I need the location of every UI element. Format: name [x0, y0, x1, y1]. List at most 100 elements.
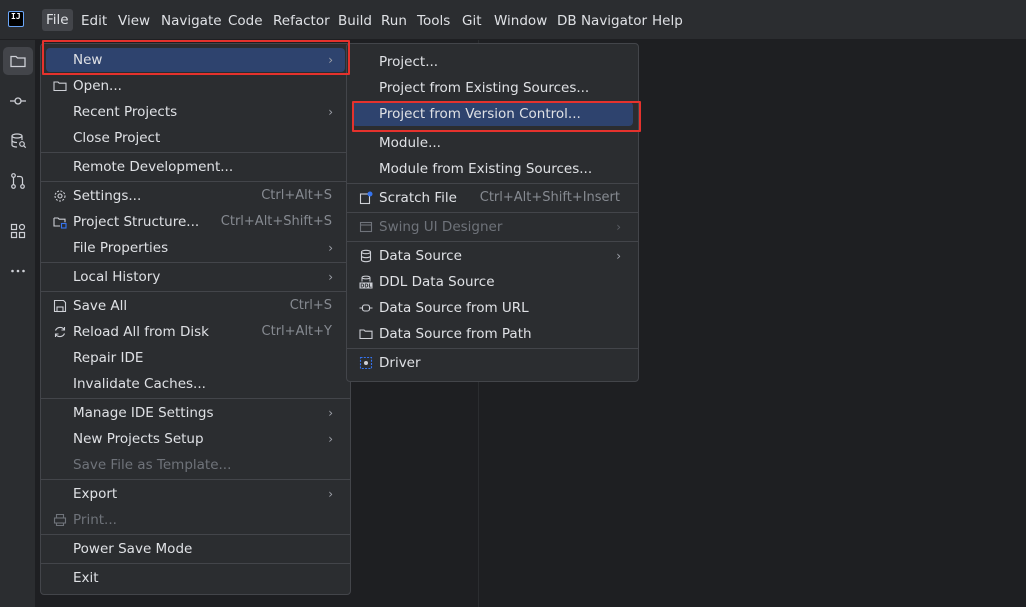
- new-menu-item-ddl-data-source[interactable]: DDL DDL Data Source: [352, 270, 633, 294]
- menu-help[interactable]: Help: [652, 11, 683, 31]
- file-menu-item-local-history[interactable]: Local History ›: [46, 265, 345, 289]
- new-menu-item-module-existing-sources[interactable]: Module from Existing Sources...: [352, 157, 633, 181]
- print-icon: [53, 513, 67, 527]
- gear-icon: [53, 189, 67, 203]
- chevron-right-icon: ›: [328, 241, 333, 255]
- menu-item-label: Power Save Mode: [73, 541, 193, 557]
- new-menu-item-scratch-file[interactable]: Scratch File Ctrl+Alt+Shift+Insert: [352, 186, 633, 210]
- new-menu-item-data-source[interactable]: Data Source ›: [352, 244, 633, 268]
- tool-window-stripe: [0, 40, 36, 607]
- menu-separator: [347, 241, 638, 242]
- menu-separator: [41, 181, 350, 182]
- ddl-icon: DDL: [359, 275, 373, 289]
- structure-tool-button[interactable]: [3, 217, 33, 245]
- chevron-right-icon: ›: [328, 270, 333, 284]
- menu-file[interactable]: File: [42, 9, 73, 31]
- menu-view[interactable]: View: [118, 11, 150, 31]
- chevron-right-icon: ›: [328, 105, 333, 119]
- file-menu-item-recent-projects[interactable]: Recent Projects ›: [46, 100, 345, 124]
- pull-requests-icon: [11, 173, 25, 189]
- menu-separator: [347, 348, 638, 349]
- url-plug-icon: [359, 301, 373, 315]
- menu-item-label: New Projects Setup: [73, 431, 204, 447]
- menu-build[interactable]: Build: [338, 11, 372, 31]
- menu-item-shortcut: Ctrl+Alt+Y: [261, 324, 332, 339]
- chevron-right-icon: ›: [328, 432, 333, 446]
- project-structure-icon: [53, 215, 67, 229]
- menu-navigate[interactable]: Navigate: [161, 11, 222, 31]
- menu-run[interactable]: Run: [381, 11, 407, 31]
- chevron-right-icon: ›: [328, 487, 333, 501]
- menu-separator: [41, 563, 350, 564]
- ide-window: IJ File Edit View Navigate Code Refactor…: [0, 0, 1026, 607]
- file-menu-item-reload-all[interactable]: Reload All from Disk Ctrl+Alt+Y: [46, 320, 345, 344]
- pull-requests-tool-button[interactable]: [3, 167, 33, 195]
- file-menu-item-print: Print...: [46, 508, 345, 532]
- new-menu-item-driver[interactable]: Driver: [352, 351, 633, 375]
- file-menu-item-invalidate-caches[interactable]: Invalidate Caches...: [46, 372, 345, 396]
- menu-separator: [347, 183, 638, 184]
- file-menu-item-open[interactable]: Open...: [46, 74, 345, 98]
- menu-item-label: Settings...: [73, 188, 142, 204]
- menu-item-label: Reload All from Disk: [73, 324, 209, 340]
- file-menu-item-save-all[interactable]: Save All Ctrl+S: [46, 294, 345, 318]
- menu-separator: [41, 534, 350, 535]
- scratch-file-icon: [359, 191, 373, 205]
- menu-code[interactable]: Code: [228, 11, 263, 31]
- menu-item-label: Swing UI Designer: [379, 219, 503, 235]
- menu-db-navigator[interactable]: DB Navigator: [557, 11, 647, 31]
- save-icon: [53, 299, 67, 313]
- file-menu-item-project-structure[interactable]: Project Structure... Ctrl+Alt+Shift+S: [46, 210, 345, 234]
- menu-refactor[interactable]: Refactor: [273, 11, 330, 31]
- menubar: IJ File Edit View Navigate Code Refactor…: [0, 0, 1026, 40]
- file-menu-item-new-projects-setup[interactable]: New Projects Setup ›: [46, 427, 345, 451]
- menu-edit[interactable]: Edit: [81, 11, 107, 31]
- file-menu-item-close-project[interactable]: Close Project: [46, 126, 345, 150]
- menu-separator: [41, 479, 350, 480]
- menu-item-label: DDL Data Source: [379, 274, 495, 290]
- file-menu-item-exit[interactable]: Exit: [46, 566, 345, 590]
- menu-item-label: File Properties: [73, 240, 169, 256]
- database-tool-button[interactable]: [3, 127, 33, 155]
- menu-item-shortcut: Ctrl+S: [289, 298, 332, 313]
- new-menu-item-data-source-path[interactable]: Data Source from Path: [352, 322, 633, 346]
- structure-icon: [10, 223, 26, 239]
- menu-item-shortcut: Ctrl+Alt+Shift+S: [220, 214, 332, 229]
- chevron-right-icon: ›: [616, 249, 621, 263]
- file-menu-item-manage-ide-settings[interactable]: Manage IDE Settings ›: [46, 401, 345, 425]
- commit-tool-button[interactable]: [3, 87, 33, 115]
- menu-item-label: Data Source: [379, 248, 462, 264]
- database-search-icon: [11, 133, 27, 149]
- file-menu-item-export[interactable]: Export ›: [46, 482, 345, 506]
- menu-separator: [41, 398, 350, 399]
- file-menu-item-file-properties[interactable]: File Properties ›: [46, 236, 345, 260]
- menu-item-label: Save All: [73, 298, 128, 314]
- new-menu-item-project[interactable]: Project...: [352, 50, 633, 74]
- new-menu-item-data-source-url[interactable]: Data Source from URL: [352, 296, 633, 320]
- menu-item-label: Module...: [379, 135, 441, 151]
- chevron-right-icon: ›: [328, 406, 333, 420]
- new-menu-item-project-existing-sources[interactable]: Project from Existing Sources...: [352, 76, 633, 100]
- file-menu-item-remote-development[interactable]: Remote Development...: [46, 155, 345, 179]
- new-submenu: Project... Project from Existing Sources…: [346, 43, 639, 382]
- file-menu-item-repair-ide[interactable]: Repair IDE: [46, 346, 345, 370]
- menu-item-label: Remote Development...: [73, 159, 234, 175]
- menu-git[interactable]: Git: [462, 11, 482, 31]
- menu-item-label: Data Source from URL: [379, 300, 529, 316]
- menu-item-label: Local History: [73, 269, 161, 285]
- menu-item-label: Print...: [73, 512, 117, 528]
- app-logo: IJ: [8, 11, 24, 27]
- new-menu-item-module[interactable]: Module...: [352, 131, 633, 155]
- folder-icon: [53, 79, 67, 93]
- menu-item-label: Project from Existing Sources...: [379, 80, 590, 96]
- menu-item-shortcut: Ctrl+Alt+S: [261, 188, 332, 203]
- menu-item-label: Project Structure...: [73, 214, 200, 230]
- folder-icon: [359, 327, 373, 341]
- file-menu-item-power-save-mode[interactable]: Power Save Mode: [46, 537, 345, 561]
- more-tool-button[interactable]: [3, 257, 33, 285]
- annotation-highlight-version-control: [352, 101, 641, 132]
- file-menu-item-settings[interactable]: Settings... Ctrl+Alt+S: [46, 184, 345, 208]
- menu-tools[interactable]: Tools: [417, 11, 450, 31]
- menu-window[interactable]: Window: [494, 11, 547, 31]
- project-tool-button[interactable]: [3, 47, 33, 75]
